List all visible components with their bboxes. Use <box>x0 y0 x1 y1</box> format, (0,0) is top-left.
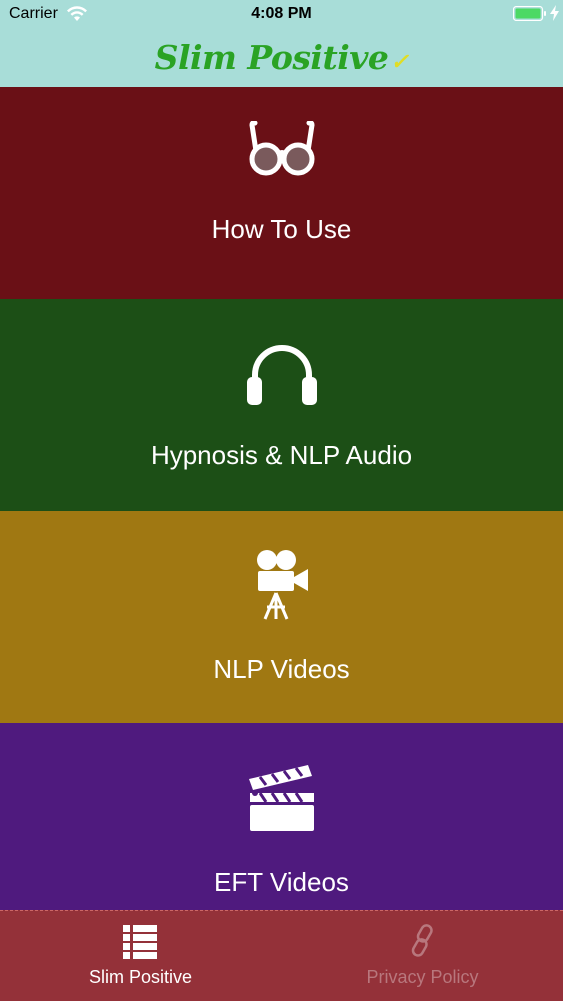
list-icon <box>123 925 157 959</box>
app-header: Slim Positive✓ <box>0 30 563 87</box>
how-to-use-label: How To Use <box>211 214 352 244</box>
link-icon <box>411 924 433 957</box>
charging-icon <box>550 5 559 21</box>
app-logo-text: Slim Positive <box>154 38 389 77</box>
nlp-videos-label: NLP Videos <box>213 654 350 684</box>
hypnosis-audio-tile[interactable]: Hypnosis & NLP Audio <box>0 299 563 511</box>
app-logo: Slim Positive✓ <box>155 38 409 77</box>
battery-icon <box>513 6 546 21</box>
headphones-icon <box>246 345 317 405</box>
nlp-videos-tile[interactable]: NLP Videos <box>0 511 563 723</box>
hypnosis-audio-label: Hypnosis & NLP Audio <box>150 440 413 470</box>
tab-slim-positive[interactable]: Slim Positive <box>0 911 281 1001</box>
status-time: 4:08 PM <box>251 5 312 22</box>
eft-videos-label: EFT Videos <box>214 867 349 897</box>
glasses-icon <box>248 121 315 176</box>
tab-privacy-policy[interactable]: Privacy Policy <box>282 911 563 1001</box>
logo-check-icon: ✓ <box>390 49 409 75</box>
movie-camera-icon <box>256 550 308 620</box>
tab-bar: Slim Positive Privacy Policy <box>0 910 563 1001</box>
eft-videos-tile[interactable]: EFT Videos <box>0 723 563 911</box>
status-bar: Carrier 4:08 PM <box>0 0 563 30</box>
tab-slim-positive-label: Slim Positive <box>88 967 193 987</box>
how-to-use-tile[interactable]: How To Use <box>0 87 563 299</box>
clapperboard-icon <box>248 765 314 831</box>
tab-privacy-policy-label: Privacy Policy <box>366 967 479 987</box>
